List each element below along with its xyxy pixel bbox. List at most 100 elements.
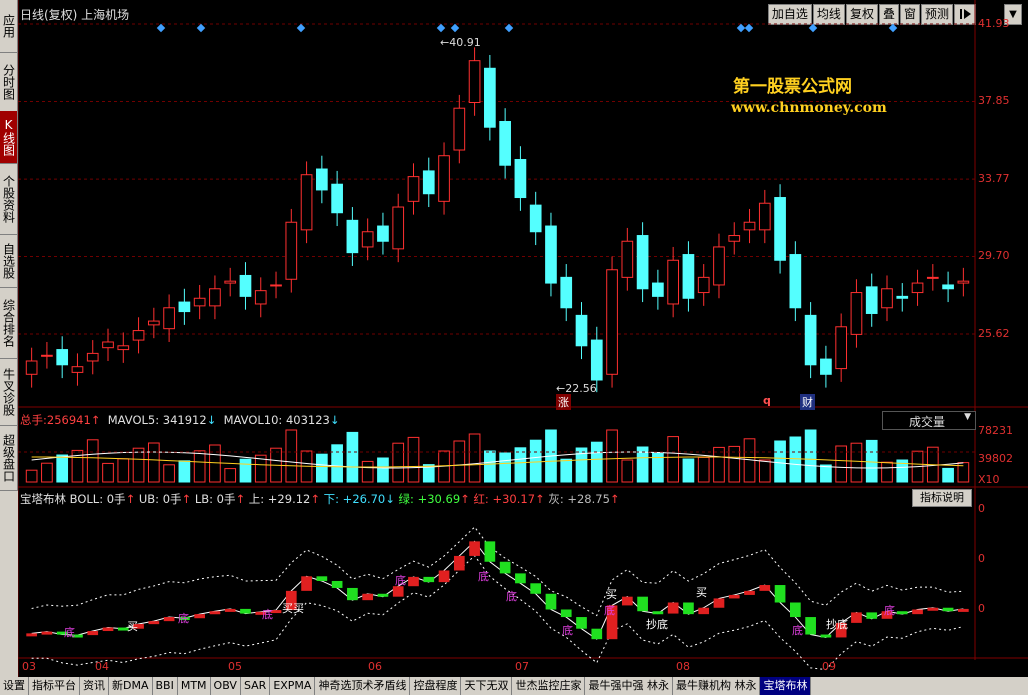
candle-body (881, 288, 893, 309)
volume-bar (468, 433, 481, 483)
left-tab-bar: 应用 分时图 K线图 个股资料 自选股 综合排名 牛叉诊股 超级盘口 (0, 0, 18, 695)
tower-block (347, 587, 358, 601)
volume-bar (606, 429, 618, 483)
indicator-signal-label: 底 (604, 604, 615, 617)
tower-block (560, 609, 572, 618)
candle-body (514, 159, 527, 199)
left-tab[interactable]: 综合排名 (0, 288, 18, 359)
bottom-tab[interactable]: 宝塔布林 (760, 677, 812, 695)
candle-body (942, 284, 954, 290)
bottom-tab[interactable]: 最牛强中强 林永 (585, 677, 673, 695)
left-tab[interactable]: 牛叉诊股 (0, 359, 18, 426)
tower-block (958, 608, 969, 612)
bottom-tab[interactable]: 资讯 (80, 677, 109, 695)
indicator-info: 宝塔布林 BOLL: 0手↑ UB: 0手↑ LB: 0手↑ 上: +29.12… (20, 492, 620, 506)
candle-body (285, 221, 298, 280)
tower-block (331, 580, 343, 588)
volume-indicator-dropdown[interactable]: 成交量 ▼ (882, 411, 976, 430)
month-label: 09 (822, 660, 836, 673)
candle-body (163, 307, 175, 330)
candle-body (575, 314, 588, 347)
bottom-tab[interactable]: 控盘程度 (410, 677, 462, 695)
bottom-tab[interactable]: 设置 (0, 677, 29, 695)
indicator-signal-label: 底 (884, 604, 895, 617)
bottom-tab[interactable]: EXPMA (270, 677, 316, 695)
volume-bar (820, 464, 832, 483)
volume-bar (56, 454, 69, 483)
volume-bar (713, 446, 725, 483)
zhang-marker[interactable]: 涨 (556, 394, 571, 410)
volume-bar (163, 464, 175, 483)
left-tab[interactable]: 应用 (0, 0, 18, 53)
tower-block (26, 633, 37, 637)
indicator-signal-label: 底 (792, 624, 803, 637)
indicator-signal-label: 底 (562, 624, 573, 637)
candle-body (728, 235, 741, 242)
price-tick: 33.77 (978, 172, 1010, 185)
candle-body (468, 60, 481, 103)
candle-body (545, 225, 557, 284)
indicator-signal-label: 买 (127, 620, 138, 633)
candle-body (178, 301, 191, 313)
candle-body (132, 330, 145, 341)
candle-body (621, 240, 634, 278)
indicator-signal-label: 抄底 (646, 618, 668, 631)
tower-block (820, 634, 832, 638)
volume-bar (178, 460, 191, 483)
candle-body (667, 259, 679, 305)
candle-body (300, 174, 313, 231)
volume-bar (697, 456, 710, 483)
left-tab[interactable]: 超级盘口 (0, 426, 18, 491)
volume-bar (850, 442, 863, 483)
candle-body (56, 349, 69, 366)
volume-bar (25, 469, 38, 483)
tower-block (316, 576, 328, 581)
volume-bar (453, 440, 466, 483)
tower-block (163, 617, 175, 622)
left-tab[interactable]: K线图 (0, 111, 18, 164)
left-tab[interactable]: 个股资料 (0, 164, 18, 235)
volume-bar (193, 450, 206, 483)
bottom-tab[interactable]: SAR (241, 677, 271, 695)
candle-body (957, 280, 970, 284)
candle-body (529, 204, 542, 233)
bottom-tab[interactable]: 世杰监控庄家 (512, 677, 586, 695)
candle-body (438, 155, 450, 202)
bottom-tab[interactable]: OBV (211, 677, 241, 695)
volume-bar (804, 429, 817, 483)
tower-block (759, 585, 771, 591)
month-label: 07 (515, 660, 529, 673)
volume-bar (590, 441, 603, 483)
bottom-tab[interactable]: 天下无双 (461, 677, 513, 695)
price-tick: 41.93 (978, 17, 1010, 30)
volume-bar (86, 439, 99, 483)
volume-bar (407, 436, 420, 483)
month-label: 04 (95, 660, 109, 673)
tower-block (851, 612, 862, 623)
bottom-tab[interactable]: 指标平台 (29, 677, 80, 695)
indicator-signal-label: 买买 (282, 602, 304, 615)
left-tab[interactable]: 自选股 (0, 235, 18, 288)
event-diamond-icon (808, 23, 818, 33)
boll-mid-line (31, 540, 964, 640)
candle-body (590, 339, 603, 381)
month-label: 06 (368, 660, 382, 673)
indicator-help-button[interactable]: 指标说明 (912, 489, 972, 507)
bottom-tab[interactable]: 最牛赚机构 林永 (673, 677, 761, 695)
indicator-signal-label: 抄底 (826, 618, 848, 631)
bottom-tab[interactable]: 新DMA (109, 677, 153, 695)
q-marker[interactable]: q (763, 394, 771, 407)
boll-upper-line (31, 526, 964, 617)
candle-body (361, 231, 374, 248)
tower-block (942, 607, 954, 612)
left-tab[interactable]: 分时图 (0, 53, 18, 112)
bottom-tab[interactable]: MTM (178, 677, 211, 695)
volume-bar (132, 447, 145, 483)
volume-bar (835, 445, 848, 483)
tower-block (148, 621, 160, 625)
bottom-tab[interactable]: 神奇选顶术矛盾线 (315, 677, 411, 695)
cai-marker[interactable]: 财 (800, 394, 815, 410)
candle-body (850, 292, 863, 335)
tower-block (683, 602, 694, 615)
bottom-tab[interactable]: BBI (153, 677, 178, 695)
